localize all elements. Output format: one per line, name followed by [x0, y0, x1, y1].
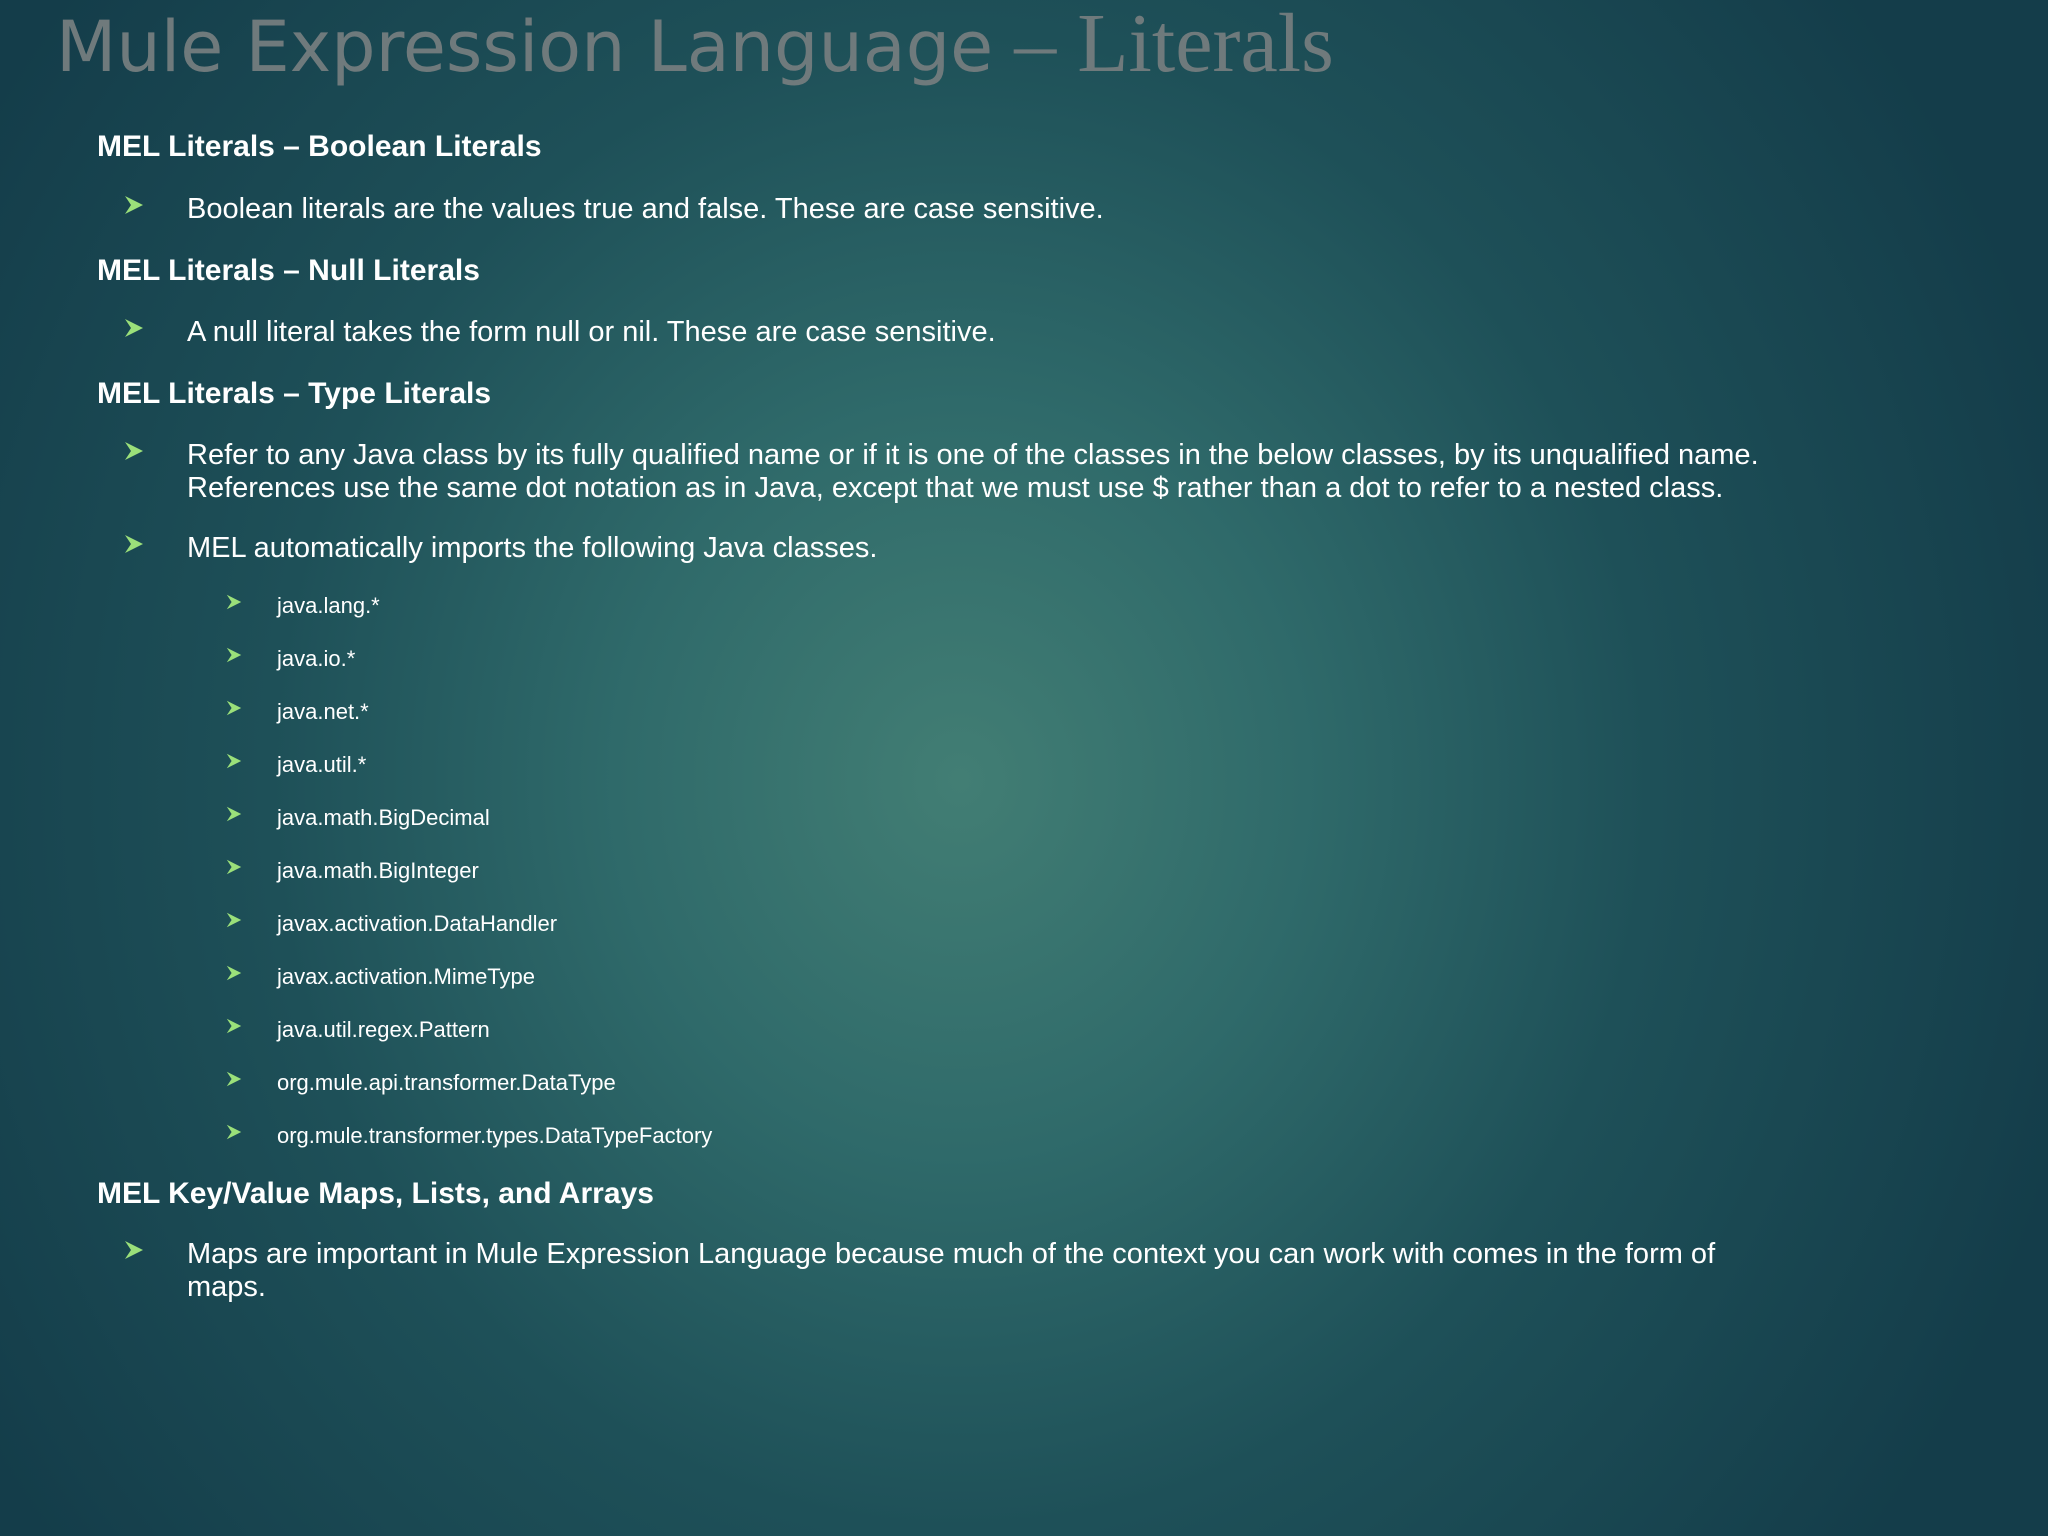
bullet-text: MEL automatically imports the following …: [187, 532, 878, 564]
arrowhead-bullet-icon: [125, 319, 143, 337]
arrowhead-bullet-icon: [226, 912, 242, 928]
bullet-text: Boolean literals are the values true and…: [187, 193, 1104, 225]
section-heading-null: MEL Literals – Null Literals: [97, 254, 480, 287]
slide: Mule Expression Language – Literals MEL …: [0, 0, 2048, 1536]
sub-list-text: org.mule.api.transformer.DataType: [277, 1070, 616, 1095]
arrowhead-bullet-icon: [226, 1071, 242, 1087]
arrowhead-bullet-icon: [125, 442, 143, 460]
bullet-text: Maps are important in Mule Expression La…: [187, 1238, 1716, 1270]
sub-list-text: java.lang.*: [277, 593, 380, 618]
bullet-text: References use the same dot notation as …: [187, 472, 1724, 504]
sub-list-text: java.net.*: [277, 699, 369, 724]
sub-list-text: org.mule.transformer.types.DataTypeFacto…: [277, 1123, 713, 1148]
bullet-text: A null literal takes the form null or ni…: [187, 316, 996, 348]
arrowhead-bullet-icon: [226, 1018, 242, 1034]
arrowhead-bullet-icon: [125, 1241, 143, 1259]
sub-list-text: java.math.BigDecimal: [277, 805, 490, 830]
sub-list-text: javax.activation.MimeType: [277, 964, 535, 989]
bullet-text: maps.: [187, 1271, 266, 1303]
arrowhead-bullet-icon: [226, 1124, 242, 1140]
sub-list-text: javax.activation.DataHandler: [277, 911, 558, 936]
section-heading-type: MEL Literals – Type Literals: [97, 377, 492, 410]
arrowhead-bullet-icon: [226, 647, 242, 663]
arrowhead-bullet-icon: [226, 753, 242, 769]
slide-title-sub: – Literals: [993, 0, 1334, 90]
arrowhead-bullet-icon: [226, 859, 242, 875]
section-heading-boolean: MEL Literals – Boolean Literals: [97, 130, 542, 163]
arrowhead-bullet-icon: [226, 965, 242, 981]
sub-list-text: java.math.BigInteger: [277, 858, 479, 883]
sub-list-text: java.util.*: [277, 752, 367, 777]
arrowhead-bullet-icon: [226, 700, 242, 716]
sub-list-text: java.util.regex.Pattern: [277, 1017, 490, 1042]
sub-list-text: java.io.*: [277, 646, 356, 671]
bullet-text: Refer to any Java class by its fully qua…: [187, 439, 1759, 471]
section-heading-maps: MEL Key/Value Maps, Lists, and Arrays: [97, 1177, 654, 1210]
slide-title: Mule Expression Language – Literals: [56, 0, 1334, 88]
slide-title-main: Mule Expression Language: [56, 6, 994, 88]
arrowhead-bullet-icon: [125, 535, 143, 553]
arrowhead-bullet-icon: [226, 594, 242, 610]
arrowhead-bullet-icon: [226, 806, 242, 822]
arrowhead-bullet-icon: [125, 196, 143, 214]
